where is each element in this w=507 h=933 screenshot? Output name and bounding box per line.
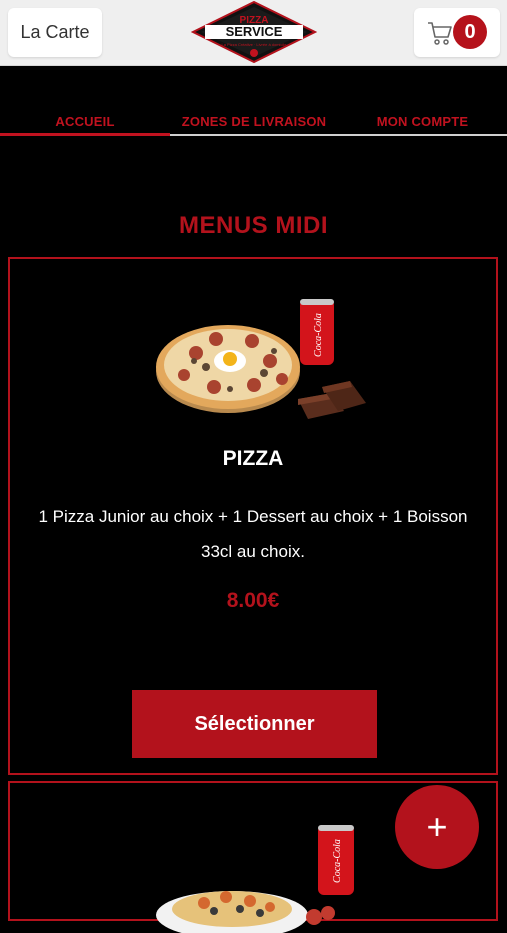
- tab-accueil[interactable]: ACCUEIL: [0, 110, 170, 134]
- logo-tagline: La Pizza Créative · Livrée à domicile: [222, 42, 288, 47]
- svg-text:Coca-Cola: Coca-Cola: [332, 839, 343, 883]
- product-description: 1 Pizza Junior au choix + 1 Dessert au c…: [38, 507, 468, 561]
- svg-text:Coca-Cola: Coca-Cola: [313, 313, 324, 357]
- product-image: Coca-Cola: [156, 299, 366, 419]
- active-tab-indicator: [0, 133, 170, 136]
- tab-zones-de-livraison[interactable]: ZONES DE LIVRAISON: [170, 110, 338, 134]
- menu-button[interactable]: La Carte: [8, 8, 102, 57]
- product-card: Coca-Cola PIZZA 1 Pizza Junior au choix …: [8, 257, 498, 775]
- section-title: MENUS MIDI: [179, 212, 328, 239]
- cart-count-badge: 0: [453, 15, 487, 49]
- product-name: PIZZA: [222, 447, 284, 470]
- product-price: 8.00€: [226, 589, 280, 612]
- tab-divider: [170, 134, 507, 136]
- cart-icon: [428, 22, 452, 45]
- tab-mon-compte[interactable]: MON COMPTE: [338, 110, 507, 134]
- logo-main-text: SERVICE: [226, 24, 283, 39]
- pizza-service-logo[interactable]: PIZZA SERVICE La Pizza Créative · Livrée…: [191, 1, 317, 63]
- product-image: Coca-Cola: [156, 825, 354, 933]
- add-fab-button[interactable]: +: [395, 785, 479, 869]
- cart-button[interactable]: 0: [414, 8, 500, 57]
- top-bar: La Carte PIZZA SERVICE La Pizza Créative…: [0, 0, 507, 66]
- select-button[interactable]: Sélectionner: [132, 690, 377, 758]
